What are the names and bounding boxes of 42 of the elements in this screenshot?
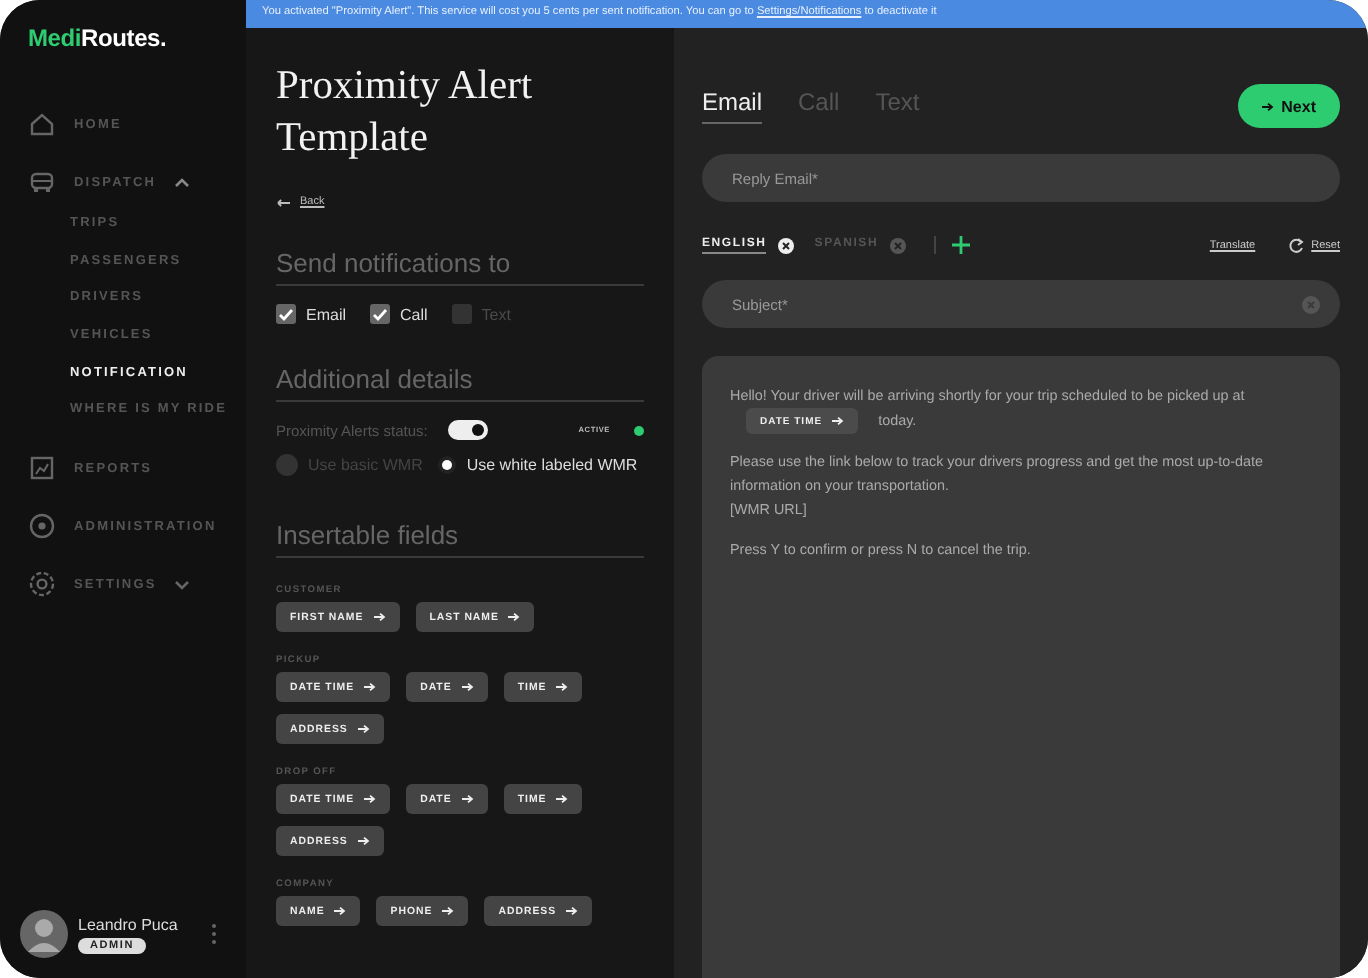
- plus-icon[interactable]: [952, 236, 971, 254]
- section-heading: Send notifications to: [276, 248, 644, 286]
- chevron-icon[interactable]: [174, 577, 191, 592]
- arrow-icon: [556, 682, 569, 692]
- chart-icon: [28, 454, 56, 483]
- section-heading: Insertable fields: [276, 520, 644, 558]
- home-icon: [28, 110, 56, 138]
- user-name: Leandro Puca: [78, 915, 178, 933]
- car-icon: [28, 168, 56, 196]
- arrow-icon: [373, 612, 386, 622]
- checkbox[interactable]: Call: [370, 304, 428, 324]
- arrow-icon: [508, 612, 521, 622]
- close-icon[interactable]: [778, 237, 795, 253]
- chevron-icon[interactable]: [174, 175, 191, 189]
- arrow-icon: [364, 794, 377, 804]
- page-title: Proximity Alert Template: [276, 62, 535, 164]
- toggle-switch[interactable]: [447, 420, 488, 440]
- arrow-icon: [461, 794, 474, 804]
- arrow-icon: [357, 836, 370, 846]
- tab[interactable]: Email: [702, 88, 763, 124]
- check-icon: [372, 307, 389, 321]
- arrow-icon: [334, 906, 347, 916]
- next-button[interactable]: Next: [1237, 84, 1340, 128]
- arrow-icon: [566, 906, 579, 916]
- more-icon[interactable]: [210, 922, 218, 946]
- arrow-icon: [556, 794, 569, 804]
- check-icon: [278, 307, 294, 321]
- target-icon: [28, 512, 56, 541]
- reset-icon[interactable]: [1287, 237, 1304, 253]
- logo: MediRoutes.: [28, 24, 167, 52]
- avatar-icon: [20, 910, 68, 958]
- section-heading: Additional details: [276, 364, 644, 402]
- arrow-icon: [832, 416, 845, 426]
- arrow-icon: [364, 682, 377, 692]
- settings-icon: [28, 570, 56, 599]
- radio-button[interactable]: Use white labeled WMR: [438, 456, 638, 474]
- arrow-icon: [1261, 101, 1274, 111]
- arrow-icon: [357, 724, 370, 734]
- arrow-icon: [461, 682, 474, 692]
- back-arrow-icon[interactable]: [276, 197, 292, 207]
- checkbox[interactable]: Email: [276, 304, 347, 324]
- arrow-icon: [442, 906, 455, 916]
